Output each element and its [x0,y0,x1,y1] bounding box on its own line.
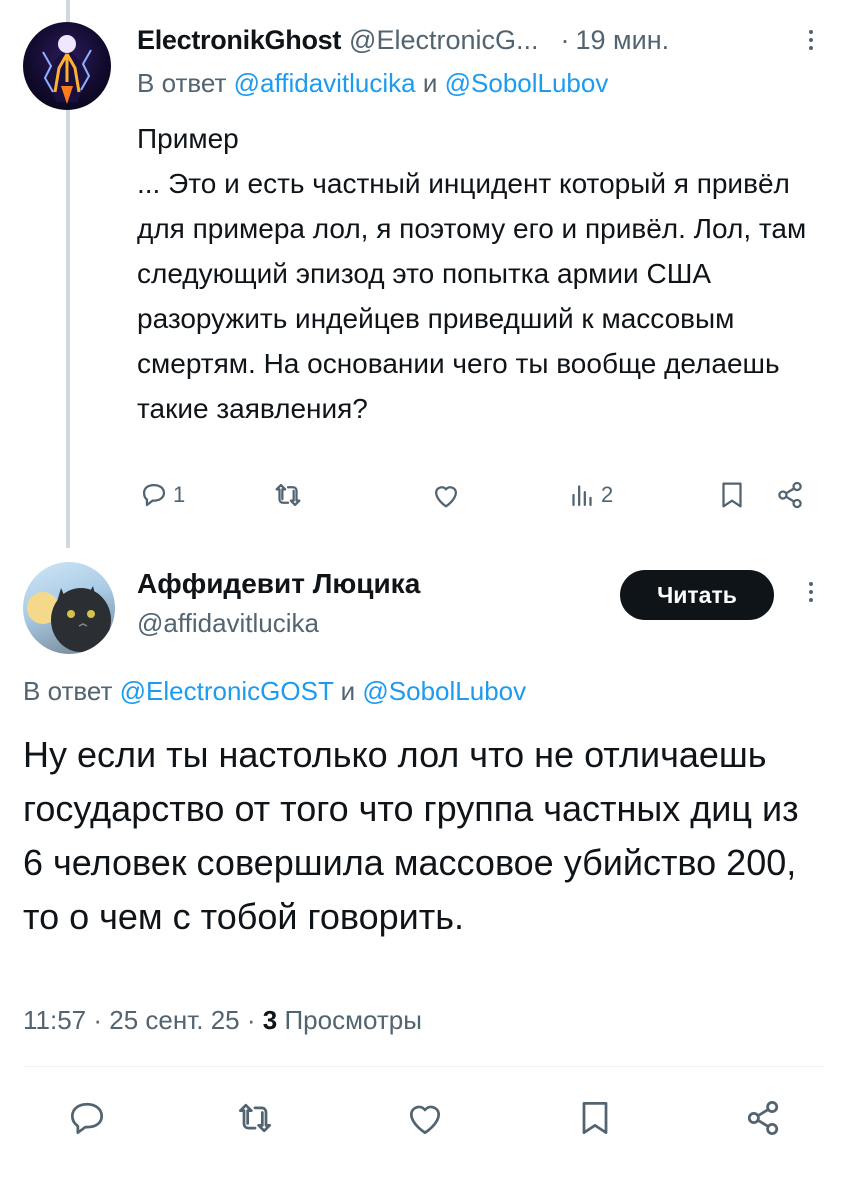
views-count: 2 [601,482,614,507]
share-icon [778,481,802,509]
reply-icon [142,483,166,507]
action-bar [23,1096,825,1146]
bookmark-button[interactable] [573,1096,617,1140]
repost-button[interactable] [271,472,305,518]
reply-to-prefix: В ответ [23,676,113,706]
more-icon[interactable] [806,578,816,608]
tweet-text: Ну если ты настолько лол что не отличаеш… [23,734,799,937]
more-icon[interactable] [806,26,816,56]
share-icon [747,1101,779,1135]
views-icon [572,485,592,507]
reply-to-conjunction: и [422,68,438,98]
tweet-text-line: Пример [137,123,239,154]
views-button[interactable]: 2 [565,472,613,518]
bookmark-button[interactable] [715,472,749,518]
timestamp[interactable]: 19 мин. [576,25,670,56]
reply-count: 1 [173,482,186,507]
main-tweet: Аффидевит Люцика @affidavitlucika Читать… [0,548,852,1200]
reply-icon [70,1102,104,1135]
repost-icon [238,1103,272,1133]
like-button[interactable] [429,472,463,518]
handle[interactable]: @affidavitlucika [137,608,319,639]
display-name[interactable]: ElectronikGhost [137,25,341,56]
mention-link[interactable]: @affidavitlucika [234,68,416,98]
reply-to-line: В ответ @affidavitlucika и @SobolLubov [137,68,608,99]
meta-separator: · [246,1005,256,1035]
bookmark-icon [582,1101,608,1135]
divider [23,1066,825,1067]
reply-button[interactable] [65,1096,109,1140]
reply-button[interactable]: 1 [137,472,185,518]
like-button[interactable] [403,1096,447,1140]
tweet-text: Пример ... Это и есть частный инцидент к… [137,116,817,431]
reply-tweet[interactable]: ElectronikGhost @ElectronicG... · 19 мин… [0,0,852,548]
display-name[interactable]: Аффидевит Люцика [137,568,420,600]
reply-to-prefix: В ответ [137,68,227,98]
tweet-text-body: ... Это и есть частный инцидент который … [137,168,807,424]
share-button[interactable] [741,1096,785,1140]
follow-button[interactable]: Читать [620,570,774,620]
action-bar: 1 2 [137,472,817,518]
tweet-meta: 11:57 · 25 сент. 25 · 3 Просмотры [23,1005,422,1036]
repost-icon [275,483,301,507]
share-button[interactable] [773,472,807,518]
avatar[interactable] [23,562,115,654]
repost-button[interactable] [233,1096,277,1140]
reply-to-conjunction: и [340,676,356,706]
mention-link[interactable]: @SobolLubov [362,676,526,706]
tweet-date[interactable]: 25 сент. 25 [109,1005,239,1035]
reply-header: ElectronikGhost @ElectronicG... · 19 мин… [137,22,669,58]
tweet-time[interactable]: 11:57 [23,1005,86,1035]
views-count: 3 [262,1005,278,1035]
like-icon [434,486,458,508]
bookmark-icon [722,482,742,508]
handle[interactable]: @ElectronicG... [349,25,538,56]
time-separator: · [560,24,570,55]
views-label: Просмотры [284,1005,422,1035]
reply-to-line: В ответ @ElectronicGOST и @SobolLubov [23,676,526,707]
avatar[interactable] [23,22,111,110]
mention-link[interactable]: @ElectronicGOST [120,676,334,706]
like-icon [409,1105,441,1135]
mention-link[interactable]: @SobolLubov [445,68,609,98]
meta-separator: · [93,1005,103,1035]
